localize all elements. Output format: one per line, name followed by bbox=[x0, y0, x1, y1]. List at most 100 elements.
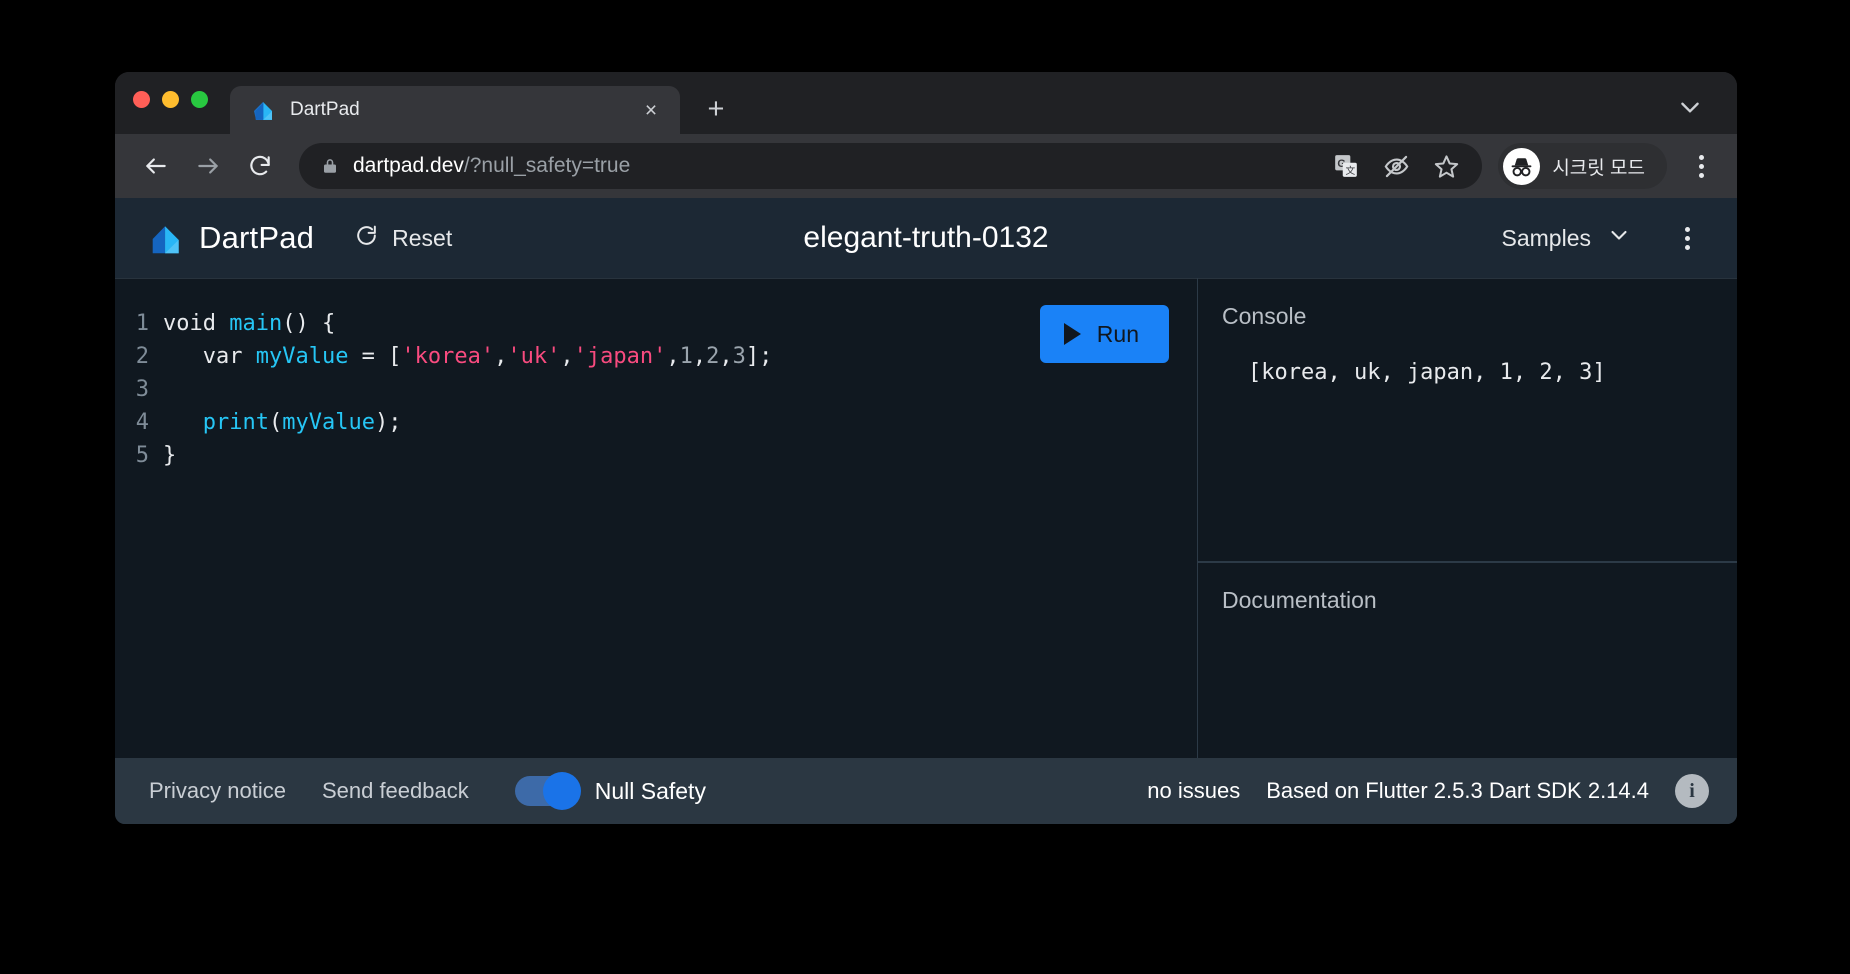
code-token: , bbox=[692, 344, 707, 369]
kebab-dot bbox=[1684, 244, 1690, 250]
url-text: dartpad.dev/?null_safety=true bbox=[353, 154, 1318, 178]
refresh-icon bbox=[354, 223, 379, 254]
eye-off-icon[interactable] bbox=[1382, 152, 1410, 180]
reset-label: Reset bbox=[392, 224, 453, 251]
dartpad-footer: Privacy notice Send feedback Null Safety… bbox=[115, 758, 1737, 824]
window-close-button[interactable] bbox=[133, 90, 150, 108]
code-token: , bbox=[494, 344, 508, 369]
code-token: , bbox=[560, 344, 574, 369]
incognito-label: 시크릿 모드 bbox=[1552, 157, 1645, 179]
line-number: 1 bbox=[135, 311, 149, 336]
issues-status: no issues bbox=[1147, 778, 1241, 803]
code-token: myValue bbox=[282, 410, 375, 435]
run-button[interactable]: Run bbox=[1039, 305, 1169, 363]
code-token: , bbox=[666, 344, 680, 369]
code-token: myValue bbox=[255, 344, 349, 369]
kebab-dot bbox=[1684, 226, 1690, 232]
kebab-dot bbox=[1684, 235, 1690, 241]
code-token: 3 bbox=[732, 344, 746, 369]
code-line: 4 print(myValue); bbox=[115, 406, 1197, 439]
kebab-dot bbox=[1698, 163, 1704, 169]
code-token: void bbox=[163, 311, 230, 336]
line-number: 4 bbox=[135, 410, 149, 435]
reload-button[interactable] bbox=[237, 143, 283, 189]
window-maximize-button[interactable] bbox=[191, 90, 208, 108]
new-tab-button[interactable]: + bbox=[696, 89, 736, 129]
dartpad-app: DartPad Reset elegant-truth-0132 Samples bbox=[115, 198, 1737, 824]
code-line: 3 bbox=[115, 373, 1197, 406]
code-token: () { bbox=[282, 311, 336, 336]
code-editor[interactable]: 1 void main() {2 var myValue = ['korea','… bbox=[115, 279, 1197, 472]
play-icon bbox=[1063, 323, 1081, 345]
window-minimize-button[interactable] bbox=[162, 90, 179, 108]
dartpad-header-actions: Samples bbox=[1502, 216, 1707, 260]
window-traffic-lights bbox=[133, 72, 208, 134]
url-path: /?null_safety=true bbox=[463, 154, 631, 177]
code-token: var bbox=[163, 344, 256, 369]
line-number: 3 bbox=[135, 377, 149, 402]
samples-dropdown[interactable]: Samples bbox=[1502, 223, 1631, 253]
code-token: ( bbox=[268, 410, 283, 435]
back-button[interactable] bbox=[133, 143, 179, 189]
footer-status: no issues Based on Flutter 2.5.3 Dart SD… bbox=[1147, 774, 1709, 808]
version-status: Based on Flutter 2.5.3 Dart SDK 2.14.4 bbox=[1266, 778, 1649, 803]
dartpad-overflow-menu[interactable] bbox=[1667, 216, 1707, 260]
browser-window: DartPad × + dartpad.dev/?null_safety=tru… bbox=[115, 72, 1737, 824]
code-line: 1 void main() { bbox=[115, 307, 1197, 340]
documentation-panel: Documentation bbox=[1198, 561, 1737, 758]
code-token: 1 bbox=[679, 344, 693, 369]
tab-title: DartPad bbox=[290, 99, 360, 120]
reset-button[interactable]: Reset bbox=[354, 223, 452, 254]
code-text: } bbox=[163, 439, 1197, 472]
privacy-notice-link[interactable]: Privacy notice bbox=[149, 778, 286, 804]
incognito-indicator[interactable]: 시크릿 모드 bbox=[1498, 143, 1667, 189]
dartpad-brand[interactable]: DartPad bbox=[147, 218, 314, 258]
address-bar[interactable]: dartpad.dev/?null_safety=true G 文 bbox=[299, 143, 1483, 189]
translate-icon[interactable]: G 文 bbox=[1332, 152, 1360, 180]
line-number: 5 bbox=[135, 443, 149, 468]
kebab-dot bbox=[1698, 172, 1704, 178]
send-feedback-link[interactable]: Send feedback bbox=[322, 778, 469, 804]
forward-button[interactable] bbox=[185, 143, 231, 189]
code-token: 'japan' bbox=[573, 344, 667, 369]
svg-text:文: 文 bbox=[1346, 164, 1356, 177]
browser-tab[interactable]: DartPad × bbox=[230, 86, 680, 134]
console-output: [korea, uk, japan, 1, 2, 3] bbox=[1248, 360, 1606, 385]
close-icon[interactable]: × bbox=[638, 97, 664, 123]
output-panels: Console [korea, uk, japan, 1, 2, 3] Docu… bbox=[1197, 278, 1737, 758]
url-domain: dartpad.dev bbox=[353, 154, 464, 177]
console-panel: Console [korea, uk, japan, 1, 2, 3] bbox=[1198, 278, 1737, 561]
dartpad-brand-label: DartPad bbox=[199, 220, 315, 255]
dartpad-header: DartPad Reset elegant-truth-0132 Samples bbox=[115, 198, 1737, 278]
code-editor-panel[interactable]: 1 void main() {2 var myValue = ['korea','… bbox=[115, 278, 1197, 758]
null-safety-toggle[interactable] bbox=[514, 772, 581, 810]
chevron-down-icon[interactable] bbox=[1673, 90, 1707, 124]
code-token: ); bbox=[374, 410, 402, 435]
code-token: print bbox=[202, 410, 269, 435]
code-text: print(myValue); bbox=[163, 406, 1197, 439]
code-token: , bbox=[719, 344, 733, 369]
code-token: 'uk' bbox=[507, 344, 561, 369]
omnibox-action-icons: G 文 bbox=[1332, 152, 1468, 180]
chevron-down-icon bbox=[1607, 223, 1631, 253]
dart-logo-icon bbox=[147, 218, 185, 258]
code-token: ]; bbox=[745, 344, 773, 369]
incognito-icon bbox=[1503, 147, 1541, 185]
samples-label: Samples bbox=[1501, 224, 1591, 251]
documentation-title: Documentation bbox=[1222, 587, 1377, 613]
lock-icon bbox=[321, 156, 339, 176]
code-token: 2 bbox=[706, 344, 720, 369]
code-token: } bbox=[163, 443, 177, 468]
code-line: 2 var myValue = ['korea','uk','japan',1,… bbox=[115, 340, 1197, 373]
tab-strip: DartPad × + bbox=[115, 72, 1737, 134]
star-icon[interactable] bbox=[1432, 152, 1460, 180]
info-icon[interactable]: i bbox=[1675, 774, 1709, 808]
null-safety-toggle-group: Null Safety bbox=[514, 772, 706, 810]
run-label: Run bbox=[1096, 320, 1139, 347]
code-token: = [ bbox=[348, 344, 402, 369]
browser-menu-button[interactable] bbox=[1681, 144, 1721, 188]
line-number: 2 bbox=[135, 344, 149, 369]
toggle-knob bbox=[542, 772, 581, 810]
